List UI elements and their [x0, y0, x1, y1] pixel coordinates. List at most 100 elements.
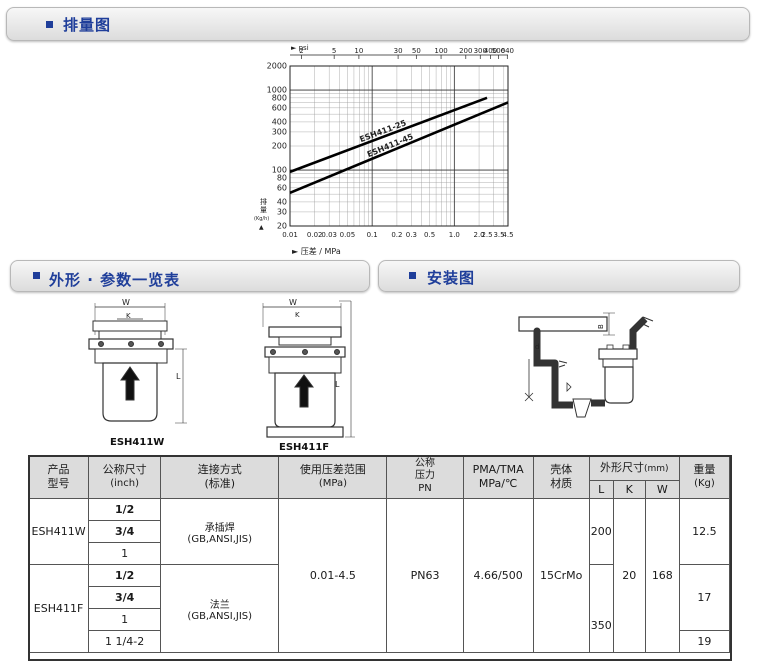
section-title-discharge: 排量图	[63, 16, 112, 34]
cell-size: 1/2	[88, 498, 162, 521]
psi-tick-label: 640	[501, 47, 514, 55]
th-L: L	[588, 480, 614, 499]
caption-esh411f: ESH411F	[279, 442, 330, 453]
th-pma-unit: MPa/℃	[478, 477, 518, 490]
x-tick-label: 0.2	[391, 231, 402, 239]
x-tick-label: 1.0	[449, 231, 460, 239]
cell-conn-f: 法兰 (GB,ANSI,JIS)	[160, 564, 280, 653]
drawing-esh411f: W K L	[255, 295, 365, 455]
y-tick-label: 60	[277, 183, 287, 192]
svg-text:▲: ▲	[259, 224, 264, 231]
cell-model-w: ESH411W	[27, 498, 90, 565]
dim-l-label: L	[176, 372, 181, 381]
cell-conn-w-text: 承插焊	[204, 522, 235, 534]
psi-tick-label: 30	[394, 47, 403, 55]
psi-tick-label: 100	[434, 47, 447, 55]
th-range-unit: (MPa)	[318, 478, 347, 489]
th-weight-unit: (Kg)	[694, 478, 715, 489]
cell-W: 168	[644, 498, 680, 653]
cell-conn-w: 承插焊 (GB,ANSI,JIS)	[160, 498, 280, 565]
cell-weight-f1: 17	[678, 564, 731, 631]
th-model: 产品型号	[27, 455, 90, 499]
cell-size: 3/4	[88, 520, 162, 543]
dim-w-label: W	[289, 298, 297, 307]
x-tick-label: 0.1	[367, 231, 378, 239]
svg-text:(Kg/h): (Kg/h)	[254, 216, 269, 222]
cell-pma: 4.66/500	[462, 498, 534, 653]
dim-l-label: L	[335, 380, 340, 389]
x-tick-label: 0.5	[424, 231, 435, 239]
cell-size: 3/4	[88, 586, 162, 609]
caption-esh411w: ESH411W	[110, 437, 165, 448]
cell-L-w: 200	[588, 498, 614, 565]
y-tick-label: 800	[272, 93, 287, 102]
y-tick-label: 300	[272, 127, 287, 136]
cell-size: 1 1/4-2	[88, 630, 162, 653]
th-body: 壳体材质	[532, 455, 590, 499]
cell-L-f: 350	[588, 564, 614, 653]
th-pma-text: PMA/TMA	[472, 463, 524, 476]
y-axis-label: 排 量 (Kg/h) ▲	[254, 197, 269, 231]
th-nominal-text: 公称尺寸	[102, 463, 147, 476]
cell-body: 15CrMo	[532, 498, 590, 653]
th-range: 使用压差范围 (MPa)	[278, 455, 388, 499]
cell-conn-f-text: 法兰	[209, 599, 230, 611]
th-range-text: 使用压差范围	[299, 463, 366, 476]
y-tick-label: 2000	[267, 62, 287, 71]
y-tick-label: 20	[277, 222, 287, 231]
dim-k-label: K	[126, 312, 131, 320]
th-pn-unit: PN	[418, 483, 432, 494]
cell-weight-w: 12.5	[678, 498, 731, 565]
section-header-install: 安装图	[378, 260, 740, 292]
psi-tick-label: 5	[332, 47, 336, 55]
cell-size: 1	[88, 542, 162, 565]
th-weight-text: 重量	[693, 463, 716, 476]
series-line-esh411-45	[289, 101, 509, 195]
x-tick-label: 0.01	[282, 231, 298, 239]
cell-K: 20	[612, 498, 646, 653]
table-header-row: 产品型号 公称尺寸 (inch) 连接方式 (标准) 使用压差范围 (MPa) …	[27, 455, 731, 499]
cell-conn-w-std: (GB,ANSI,JIS)	[187, 533, 253, 545]
y-tick-label: 80	[277, 173, 287, 182]
x-axis-label: ► 压差 / MPa	[292, 246, 341, 256]
th-pma: PMA/TMA MPa/℃	[462, 455, 534, 499]
x-axis-top-label: ► psi	[291, 44, 309, 52]
x-tick-label: 4.5	[502, 231, 513, 239]
section-title-dims: 外形 · 参数一览表	[49, 271, 181, 289]
cell-size: 1/2	[88, 564, 162, 587]
x-tick-label: 0.03	[321, 231, 337, 239]
series-line-esh411-25	[289, 96, 488, 174]
y-tick-label: 200	[272, 142, 287, 151]
th-K: K	[612, 480, 646, 499]
th-nominal-unit: (inch)	[110, 478, 139, 489]
discharge-chart: 0.01 0.020.03 0.05 0.1 0.2 0.3 0.5 1.0 2.02.5 3.5…	[254, 44, 514, 256]
section-header-discharge: 排量图	[6, 7, 750, 41]
th-dims: 外形尺寸(mm)	[588, 455, 680, 481]
th-nominal: 公称尺寸 (inch)	[88, 455, 162, 499]
cell-weight-f2: 19	[678, 630, 731, 653]
th-conn-text: 连接方式	[197, 463, 242, 476]
x-tick-label: 0.05	[340, 231, 356, 239]
section-bullet-icon	[46, 21, 53, 28]
dim-k-label: K	[295, 311, 300, 319]
drawing-esh411w: W K L	[75, 295, 205, 435]
th-dims-unit: (mm)	[644, 463, 669, 474]
th-W: W	[644, 480, 680, 499]
cell-size: 1	[88, 608, 162, 631]
th-dims-text: 外形尺寸	[600, 460, 644, 474]
spec-table: 产品型号 公称尺寸 (inch) 连接方式 (标准) 使用压差范围 (MPa) …	[27, 455, 731, 653]
psi-tick-label: 10	[354, 47, 363, 55]
th-pn-text: 公称压力	[415, 458, 436, 481]
section-title-install: 安装图	[427, 269, 476, 287]
dim-d-label: d	[535, 343, 539, 351]
x-tick-label: 0.3	[406, 231, 417, 239]
svg-text:排: 排	[260, 197, 267, 206]
y-tick-label: 30	[277, 207, 287, 216]
x-tick-label: 2.5	[481, 231, 492, 239]
installation-diagram: B d	[515, 305, 665, 430]
x-tick-label: 0.02	[307, 231, 323, 239]
th-conn: 连接方式 (标准)	[160, 455, 280, 499]
th-weight: 重量 (Kg)	[678, 455, 731, 499]
cell-range: 0.01-4.5	[278, 498, 388, 653]
cell-conn-f-std: (GB,ANSI,JIS)	[187, 610, 253, 622]
